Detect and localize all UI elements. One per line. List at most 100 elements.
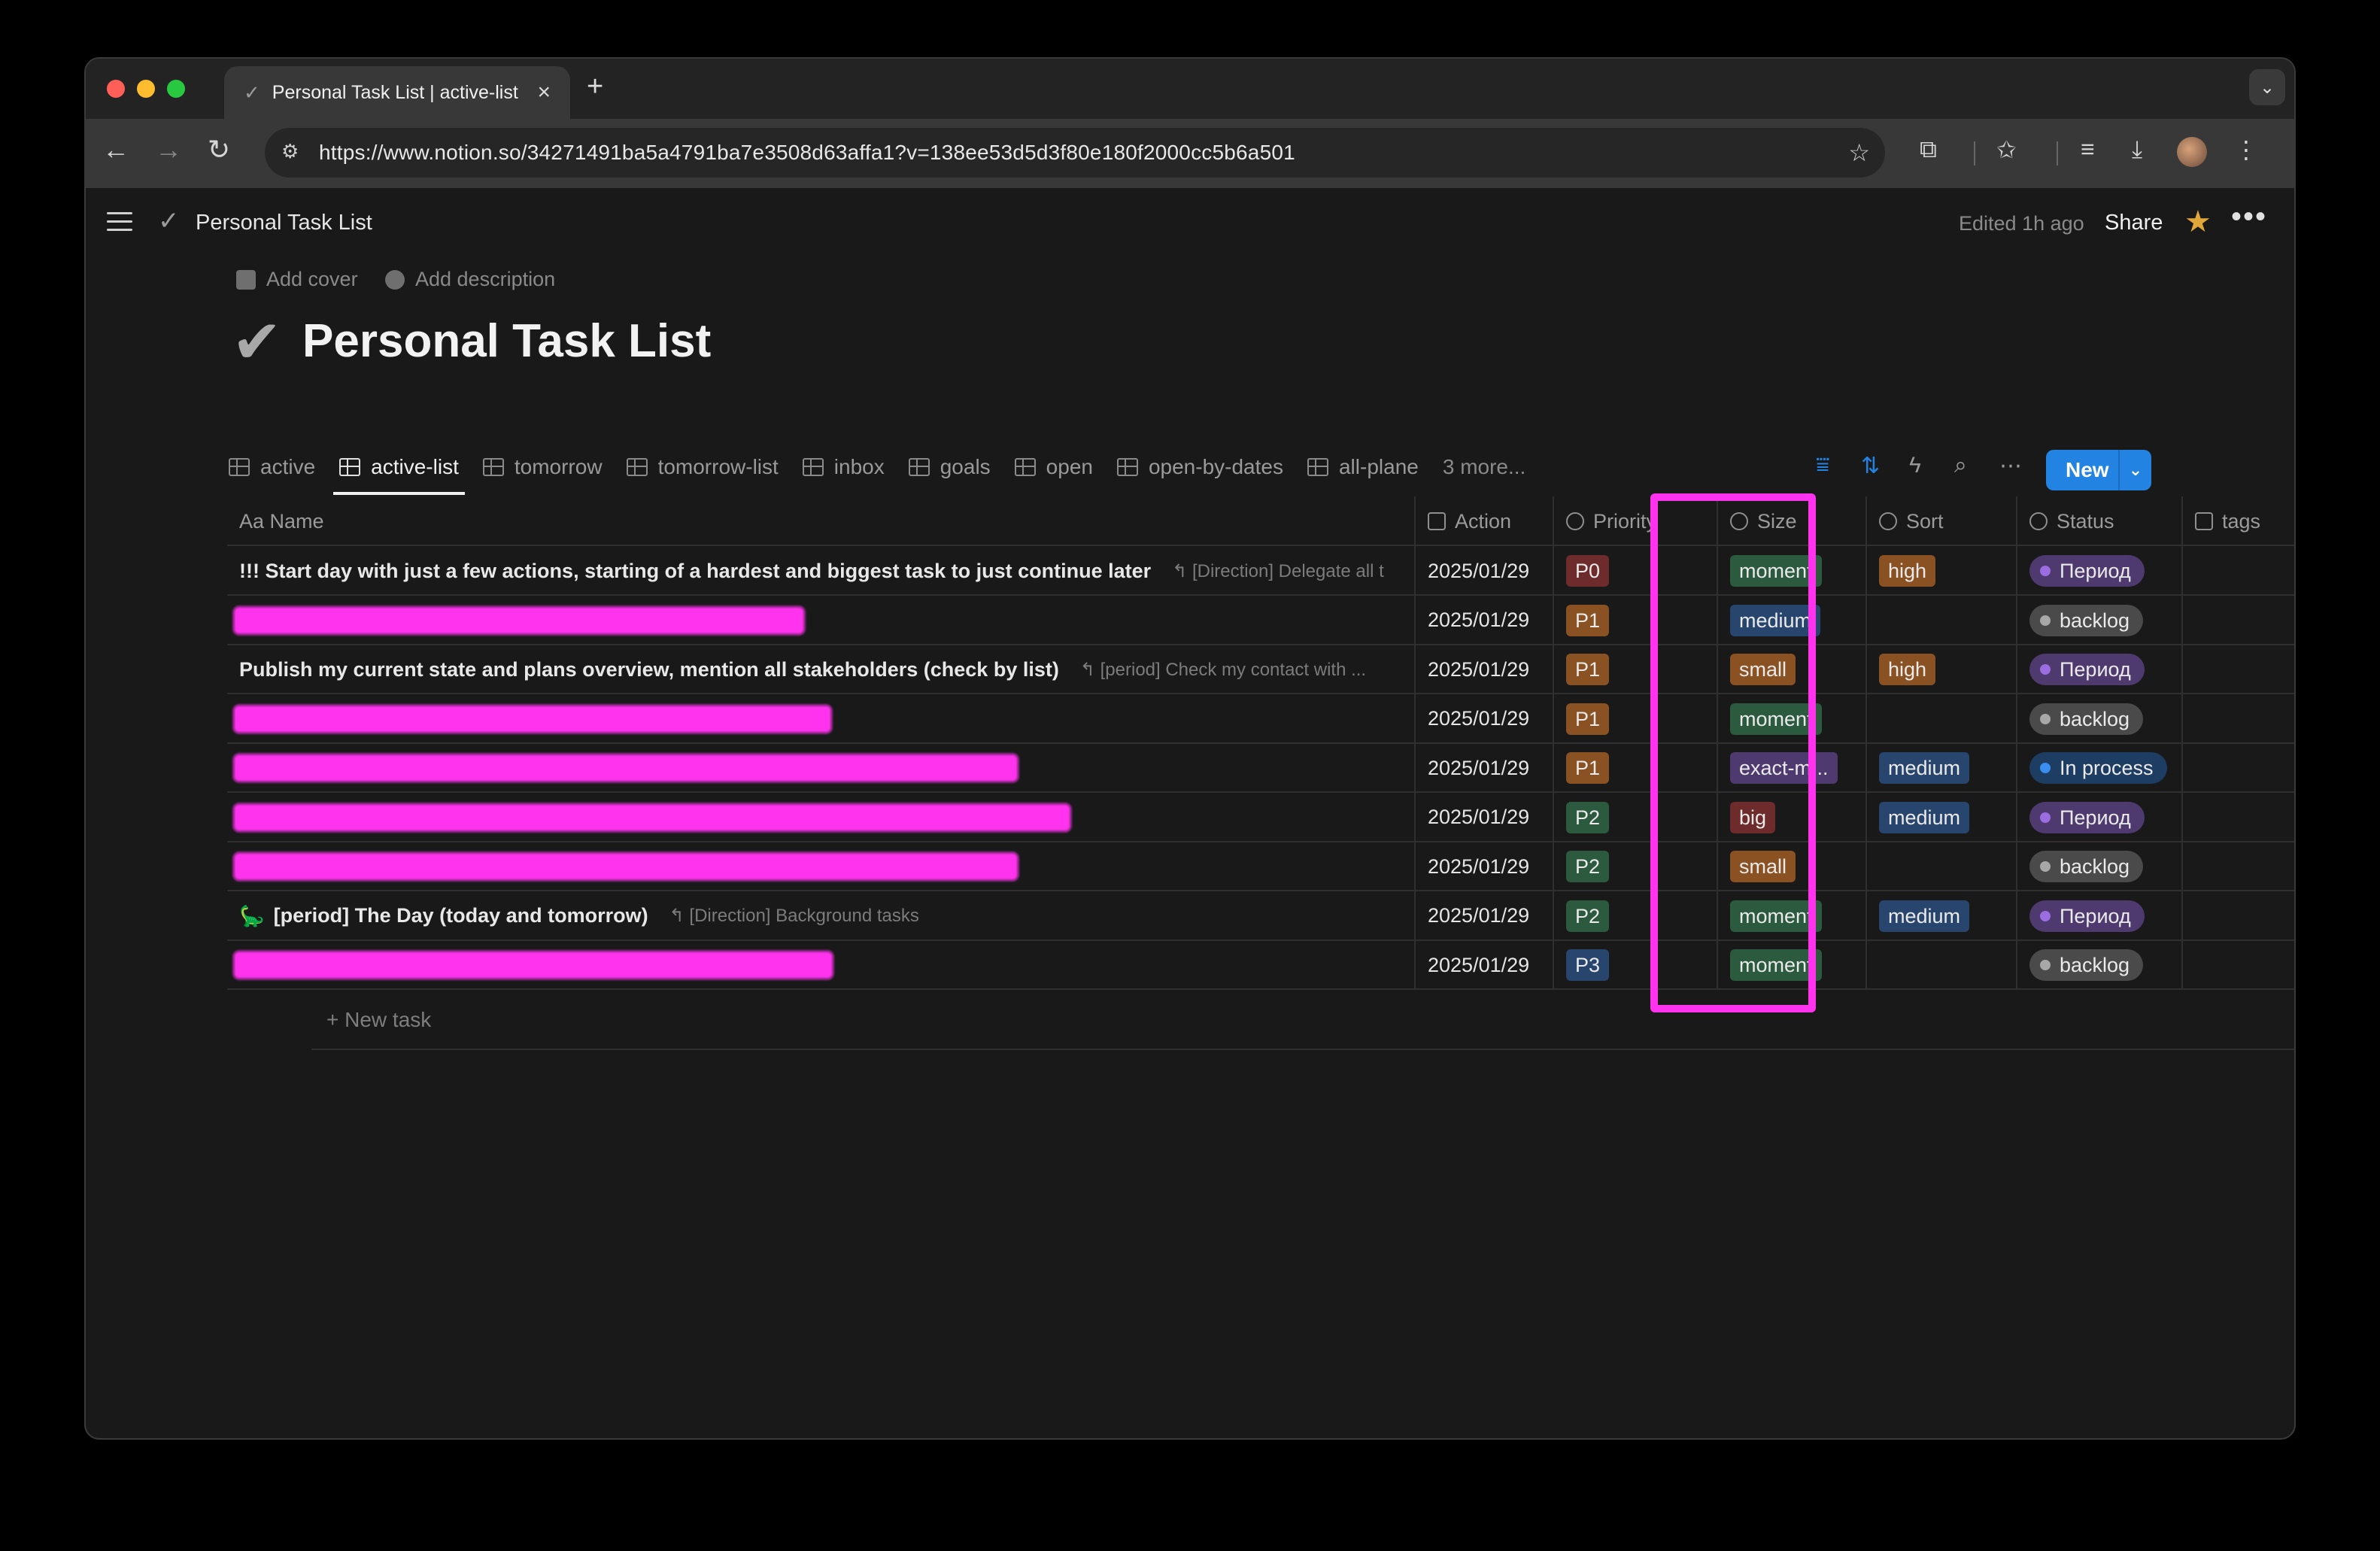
column-header-tags[interactable]: tags xyxy=(2183,496,2294,546)
sort-tag[interactable]: medium xyxy=(1879,752,1970,784)
cell-name[interactable] xyxy=(227,743,1416,793)
status-badge[interactable]: Период xyxy=(2029,555,2145,587)
cell-tags[interactable] xyxy=(2183,694,2294,744)
cell-sort[interactable]: high xyxy=(1867,546,2017,596)
address-bar[interactable]: ⚙ https://www.notion.so/34271491ba5a4791… xyxy=(265,128,1885,178)
sort-icon[interactable]: ⇅ xyxy=(1861,453,1880,479)
tab-search-chevron-icon[interactable]: ⌄ xyxy=(2249,69,2285,105)
table-row[interactable]: 2025/01/29 P1 exact-m... medium In process xyxy=(227,743,2294,793)
cell-name[interactable]: 🦕 [period] The Day (today and tomorrow) ↰ … xyxy=(227,891,1416,941)
priority-tag[interactable]: P3 xyxy=(1566,949,1610,981)
cell-action[interactable]: 2025/01/29 xyxy=(1416,595,1554,645)
view-tab-tomorrow-list[interactable]: tomorrow-list xyxy=(626,441,779,493)
new-button[interactable]: New ⌄ xyxy=(2046,450,2151,490)
add-description-button[interactable]: Add description xyxy=(385,268,555,291)
reload-icon[interactable]: ↻ xyxy=(208,134,230,165)
sort-tag[interactable]: high xyxy=(1879,555,1936,587)
close-window-button[interactable] xyxy=(107,80,125,98)
task-name[interactable]: [period] The Day (today and tomorrow) xyxy=(274,904,648,927)
view-tab-active-list[interactable]: active-list xyxy=(333,441,465,495)
bookmark-star-icon[interactable]: ☆ xyxy=(1848,138,1870,167)
extensions-icon[interactable]: ⧉ xyxy=(1920,135,1937,164)
breadcrumb[interactable]: Personal Task List xyxy=(196,211,372,235)
search-icon[interactable]: ⌕ xyxy=(1954,453,1967,478)
table-row[interactable]: 2025/01/29 P2 small backlog xyxy=(227,842,2294,891)
priority-tag[interactable]: P1 xyxy=(1566,703,1610,735)
cell-action[interactable]: 2025/01/29 xyxy=(1416,546,1554,596)
cell-name[interactable] xyxy=(227,595,1416,645)
cell-name[interactable] xyxy=(227,842,1416,891)
sort-tag[interactable]: medium xyxy=(1879,900,1970,932)
view-tab-open-by-dates[interactable]: open-by-dates xyxy=(1116,441,1283,493)
table-row[interactable]: 2025/01/29 P1 moment backlog xyxy=(227,694,2294,744)
sidebar-menu-icon[interactable] xyxy=(107,212,132,232)
priority-tag[interactable]: P1 xyxy=(1566,752,1610,784)
table-row[interactable]: 🦕 [period] The Day (today and tomorrow) ↰ … xyxy=(227,891,2294,941)
status-badge[interactable]: backlog xyxy=(2029,703,2144,735)
priority-tag[interactable]: P2 xyxy=(1566,801,1610,833)
status-badge[interactable]: Период xyxy=(2029,654,2145,685)
sort-tag[interactable]: medium xyxy=(1879,801,1970,833)
table-row[interactable]: Publish my current state and plans overv… xyxy=(227,645,2294,694)
download-icon[interactable]: ⤓ xyxy=(2132,135,2142,164)
cell-action[interactable]: 2025/01/29 xyxy=(1416,891,1554,941)
cell-tags[interactable] xyxy=(2183,596,2294,645)
cell-sort[interactable]: medium xyxy=(1867,743,2017,793)
cell-status[interactable]: backlog xyxy=(2017,940,2183,990)
priority-tag[interactable]: P1 xyxy=(1566,654,1610,685)
cell-sort[interactable]: high xyxy=(1867,645,2017,694)
view-more-icon[interactable]: ⋯ xyxy=(1999,453,2022,479)
site-settings-icon[interactable]: ⚙ xyxy=(281,140,307,165)
minimize-window-button[interactable] xyxy=(137,80,155,98)
new-tab-button[interactable]: + xyxy=(587,71,603,103)
cell-tags[interactable] xyxy=(2183,546,2294,596)
new-task-button[interactable]: + New task xyxy=(326,1008,431,1032)
automation-bolt-icon[interactable]: ϟ xyxy=(1909,453,1921,478)
add-cover-button[interactable]: Add cover xyxy=(236,268,358,291)
back-arrow-icon[interactable]: ← xyxy=(102,134,129,165)
sort-tag[interactable]: high xyxy=(1879,654,1936,685)
task-name[interactable]: Publish my current state and plans overv… xyxy=(239,658,1059,681)
cell-tags[interactable] xyxy=(2183,743,2294,793)
url-text[interactable]: https://www.notion.so/34271491ba5a4791ba… xyxy=(319,141,1848,165)
table-row[interactable]: 2025/01/29 P3 moment backlog xyxy=(227,940,2294,990)
cell-status[interactable]: Период xyxy=(2017,645,2183,694)
cell-tags[interactable] xyxy=(2183,842,2294,891)
more-options-button[interactable]: ••• xyxy=(2231,200,2267,234)
profile-avatar[interactable] xyxy=(2177,137,2207,167)
relation-link[interactable]: ↰ [period] Check my contact with ... xyxy=(1080,659,1366,681)
cell-action[interactable]: 2025/01/29 xyxy=(1416,792,1554,842)
cell-action[interactable]: 2025/01/29 xyxy=(1416,743,1554,793)
table-row[interactable]: 2025/01/29 P1 medium backlog xyxy=(227,595,2294,645)
favorite-star-icon[interactable]: ★ xyxy=(2184,205,2212,239)
table-row[interactable]: !!! Start day with just a few actions, s… xyxy=(227,546,2294,596)
tab-close-icon[interactable]: × xyxy=(537,80,551,105)
relation-link[interactable]: ↰ [Direction] Delegate all t xyxy=(1172,560,1384,582)
cell-status[interactable]: backlog xyxy=(2017,595,2183,645)
priority-tag[interactable]: P1 xyxy=(1566,604,1610,636)
status-badge[interactable]: backlog xyxy=(2029,949,2144,981)
cell-sort[interactable] xyxy=(1867,842,2017,891)
view-tab-inbox[interactable]: inbox xyxy=(802,441,885,493)
cell-tags[interactable] xyxy=(2183,645,2294,694)
share-button[interactable]: Share xyxy=(2105,211,2163,235)
column-header-sort[interactable]: Sort xyxy=(1867,496,2017,546)
cell-tags[interactable] xyxy=(2183,891,2294,941)
browser-tab[interactable]: ✓ Personal Task List | active-list × xyxy=(224,66,570,119)
cell-action[interactable]: 2025/01/29 xyxy=(1416,940,1554,990)
cell-action[interactable]: 2025/01/29 xyxy=(1416,842,1554,891)
cell-sort[interactable]: medium xyxy=(1867,891,2017,941)
view-tab-goals[interactable]: goals xyxy=(908,441,991,493)
cell-action[interactable]: 2025/01/29 xyxy=(1416,645,1554,694)
priority-tag[interactable]: P2 xyxy=(1566,900,1610,932)
cell-name[interactable] xyxy=(227,792,1416,842)
cell-status[interactable]: backlog xyxy=(2017,842,2183,891)
maximize-window-button[interactable] xyxy=(167,80,185,98)
filter-icon[interactable]: ⩸ xyxy=(1816,453,1829,478)
cell-status[interactable]: backlog xyxy=(2017,694,2183,744)
status-badge[interactable]: In process xyxy=(2029,752,2167,784)
view-tab-all-plane[interactable]: all-plane xyxy=(1307,441,1419,493)
page-title[interactable]: Personal Task List xyxy=(302,314,711,368)
priority-tag[interactable]: P0 xyxy=(1566,555,1610,587)
cell-tags[interactable] xyxy=(2183,793,2294,842)
